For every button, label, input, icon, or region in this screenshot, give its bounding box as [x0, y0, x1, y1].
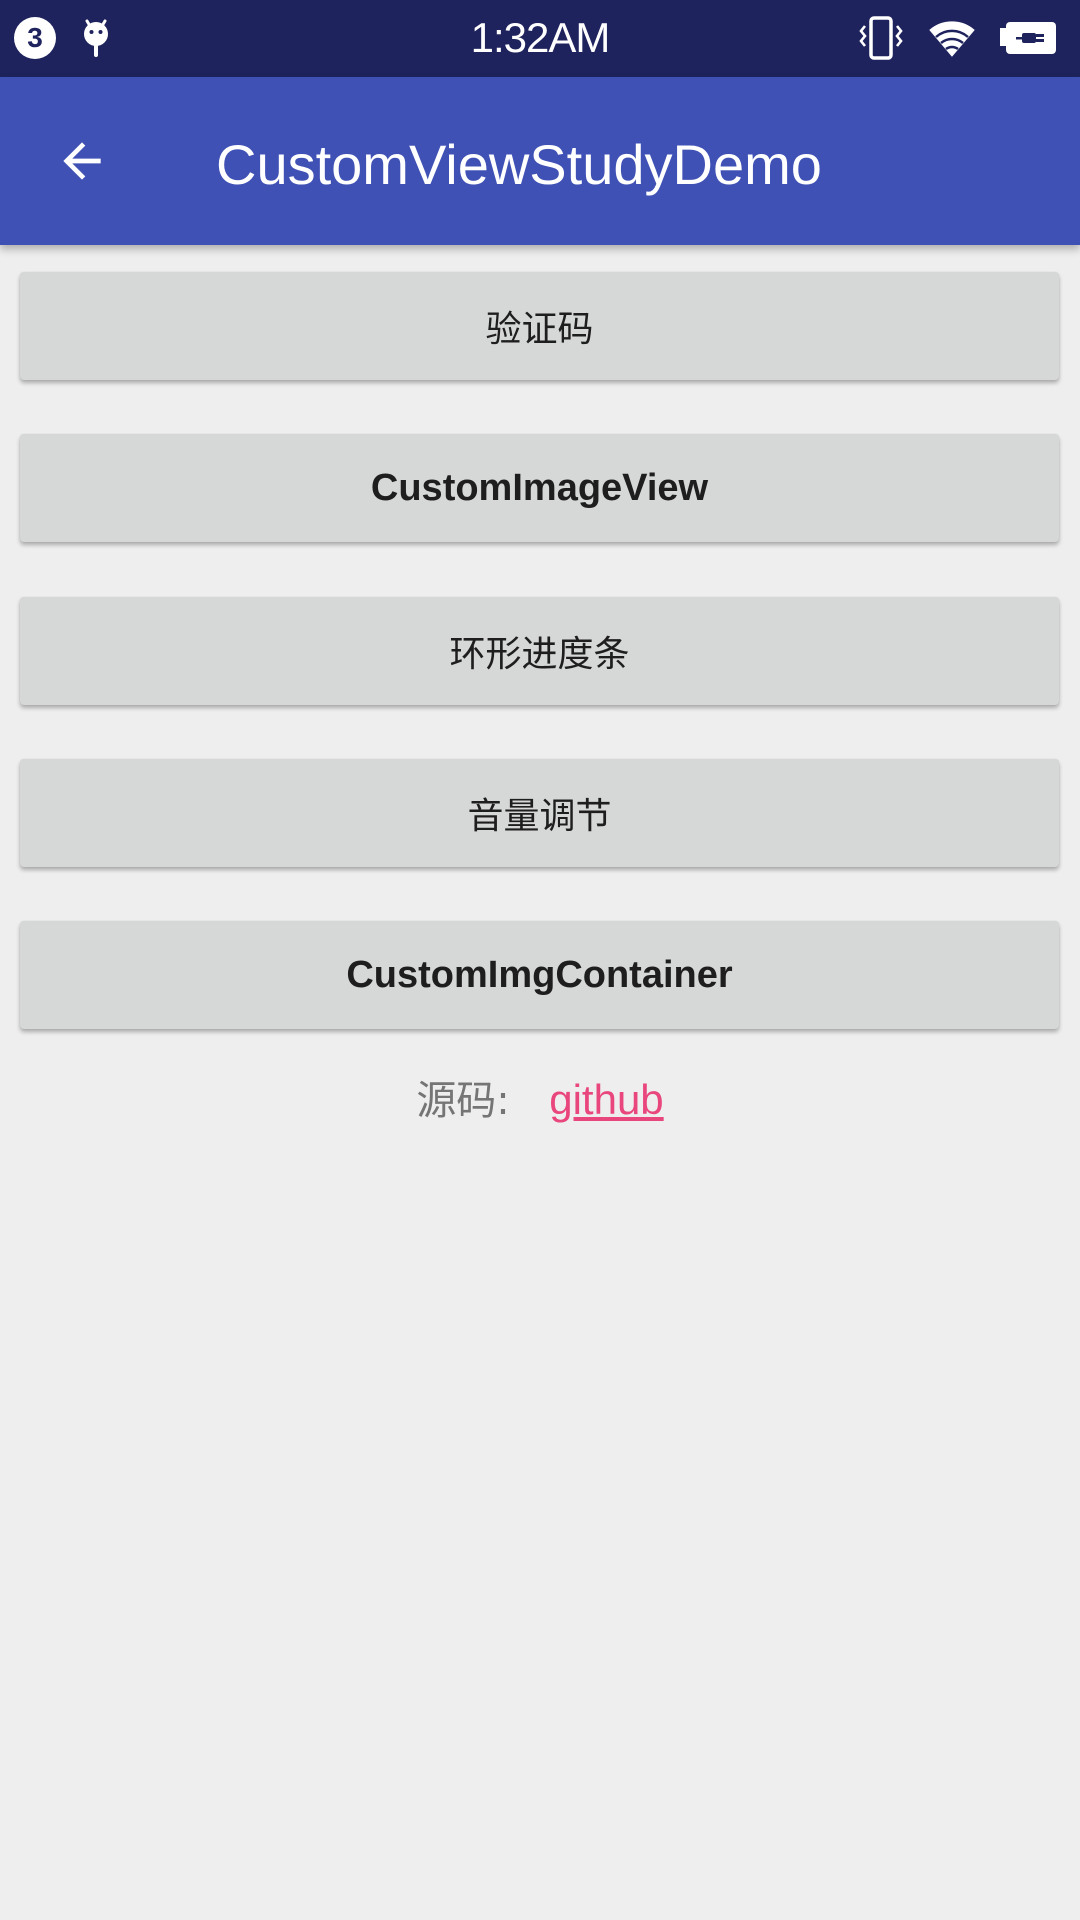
wifi-icon	[929, 21, 975, 57]
volume-control-button[interactable]: 音量调节	[20, 759, 1059, 867]
back-button[interactable]	[40, 119, 124, 203]
status-bar: 3 1:32AM	[0, 0, 1080, 77]
custom-image-view-button[interactable]: CustomImageView	[20, 434, 1059, 542]
github-link[interactable]: github	[549, 1076, 663, 1123]
source-line: 源码: github	[0, 1074, 1080, 1127]
custom-img-container-button[interactable]: CustomImgContainer	[20, 921, 1059, 1029]
arrow-back-icon	[63, 142, 101, 180]
vibrate-icon	[859, 16, 903, 60]
captcha-button[interactable]: 验证码	[20, 272, 1059, 380]
battery-charging-icon	[1000, 22, 1056, 54]
status-right-icons	[858, 16, 1058, 60]
page-title: CustomViewStudyDemo	[216, 133, 822, 196]
ring-progress-button[interactable]: 环形进度条	[20, 597, 1059, 705]
source-label: 源码:	[416, 1078, 510, 1124]
app-bar: CustomViewStudyDemo	[0, 77, 1080, 245]
